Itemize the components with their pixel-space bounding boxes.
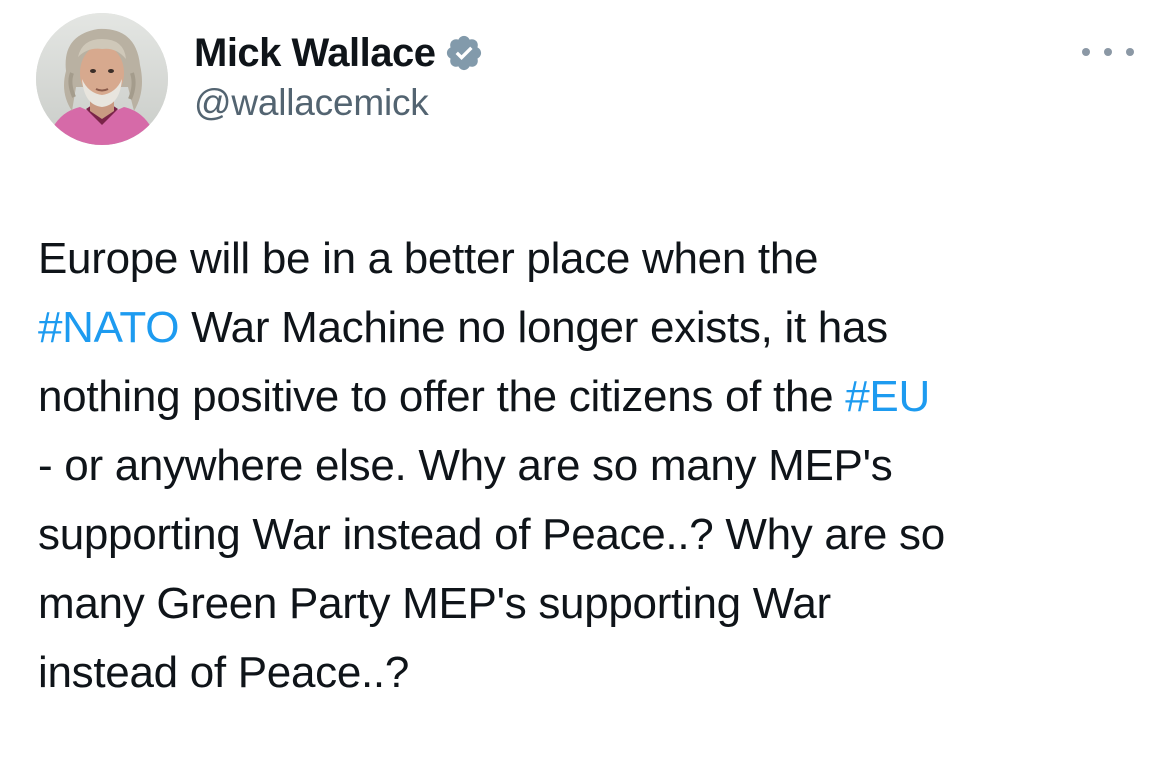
hashtag-link[interactable]: #NATO bbox=[38, 303, 179, 352]
tweet-text: Europe will be in a better place when th… bbox=[38, 224, 1148, 707]
tweet-line: supporting War instead of Peace..? Why a… bbox=[38, 500, 1148, 569]
tweet-line: instead of Peace..? bbox=[38, 638, 1148, 707]
tweet-card: Mick Wallace @wallacemick Europe will be… bbox=[0, 0, 1170, 765]
verified-badge-icon[interactable] bbox=[444, 33, 484, 73]
tweet-text-segment: many Green Party MEP's supporting War bbox=[38, 579, 831, 628]
more-options-button[interactable] bbox=[1082, 38, 1134, 66]
tweet-line: - or anywhere else. Why are so many MEP'… bbox=[38, 431, 1148, 500]
avatar[interactable] bbox=[36, 13, 168, 145]
tweet-text-segment: Europe will be in a better place when th… bbox=[38, 234, 819, 283]
more-options-icon bbox=[1082, 48, 1090, 56]
user-handle[interactable]: @wallacemick bbox=[194, 82, 429, 124]
tweet-line: Europe will be in a better place when th… bbox=[38, 224, 1148, 293]
hashtag-link[interactable]: #EU bbox=[845, 372, 930, 421]
tweet-text-segment: War Machine no longer exists, it has bbox=[179, 303, 888, 352]
tweet-line: many Green Party MEP's supporting War bbox=[38, 569, 1148, 638]
tweet-text-segment: - or anywhere else. Why are so many MEP'… bbox=[38, 441, 893, 490]
tweet-text-segment: instead of Peace..? bbox=[38, 648, 410, 697]
user-name-row: Mick Wallace bbox=[194, 26, 484, 80]
more-options-icon-dot bbox=[1126, 48, 1134, 56]
more-options-icon-dot bbox=[1104, 48, 1112, 56]
tweet-line: nothing positive to offer the citizens o… bbox=[38, 362, 1148, 431]
tweet-text-segment: nothing positive to offer the citizens o… bbox=[38, 372, 846, 421]
profile-photo bbox=[36, 13, 168, 145]
tweet-line: #NATO War Machine no longer exists, it h… bbox=[38, 293, 1148, 362]
display-name[interactable]: Mick Wallace bbox=[194, 31, 436, 76]
tweet-text-segment: supporting War instead of Peace..? Why a… bbox=[38, 510, 945, 559]
